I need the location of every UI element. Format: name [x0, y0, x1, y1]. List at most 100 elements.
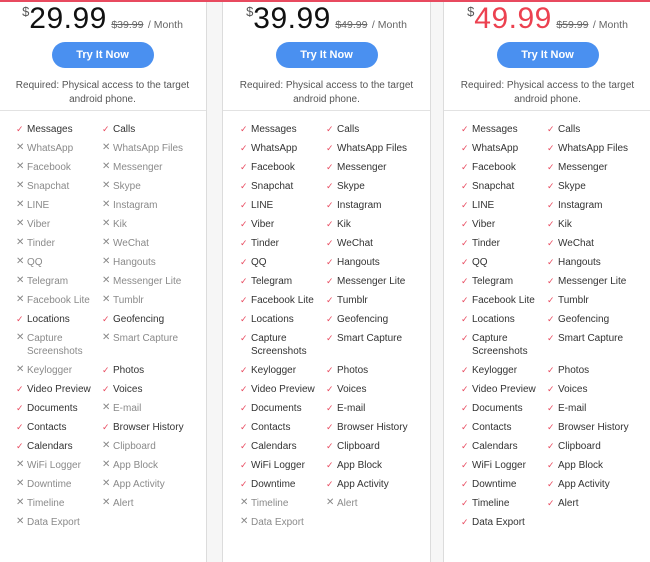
- feature-label: Capture Screenshots: [251, 333, 307, 357]
- check-icon: ✓: [461, 181, 469, 191]
- check-icon: ✓: [326, 276, 334, 286]
- cross-icon: ✕: [16, 332, 25, 343]
- feature-row: ✓ Timeline ✓ Alert: [444, 497, 650, 516]
- feature-item: ✓ WeChat: [326, 237, 426, 256]
- feature-label: Messenger Lite: [337, 276, 406, 287]
- feature-item: ✕ WhatsApp: [16, 142, 102, 161]
- feature-item: ✓ Contacts: [16, 421, 102, 440]
- try-it-now-button[interactable]: Try It Now: [496, 42, 599, 68]
- check-icon: ✓: [16, 124, 24, 134]
- check-icon: ✓: [240, 384, 248, 394]
- check-icon: ✓: [547, 460, 555, 470]
- check-icon: ✓: [461, 498, 469, 508]
- feature-row: ✕ Keylogger ✓ Photos: [0, 364, 206, 383]
- check-icon: ✓: [461, 257, 469, 267]
- feature-label: Instagram: [558, 200, 603, 211]
- feature-item: ✕ Skype: [102, 180, 202, 199]
- feature-row: ✓ Locations ✓ Geofencing: [0, 313, 206, 332]
- cross-icon: ✕: [16, 218, 25, 229]
- cross-icon: ✕: [16, 199, 25, 210]
- requirement-note: Required: Physical access to the target …: [15, 80, 190, 105]
- feature-item: ✓ LINE: [240, 199, 326, 218]
- feature-item: ✓ Documents: [16, 402, 102, 421]
- feature-row: ✓ WiFi Logger ✓ App Block: [223, 459, 430, 478]
- feature-list: ✓ Messages ✓ Calls ✓ WhatsApp ✓ WhatsApp Files ✓…: [223, 123, 430, 535]
- cross-icon: ✕: [102, 256, 111, 267]
- feature-label: Calls: [337, 124, 360, 135]
- cross-icon: ✕: [240, 516, 249, 527]
- check-icon: ✓: [461, 200, 469, 210]
- check-icon: ✓: [547, 276, 555, 286]
- check-icon: ✓: [326, 295, 334, 305]
- feature-label: Tumblr: [337, 295, 368, 306]
- price-row: $49.99 $59.99 / Month: [444, 2, 650, 40]
- feature-row: ✓ Data Export: [444, 516, 650, 535]
- check-icon: ✓: [240, 181, 248, 191]
- try-it-now-button[interactable]: Try It Now: [275, 42, 378, 68]
- feature-row: ✓ Video Preview ✓ Voices: [223, 383, 430, 402]
- feature-label: Photos: [113, 365, 145, 376]
- feature-label: Kik: [558, 219, 572, 230]
- feature-label: Instagram: [113, 200, 158, 211]
- check-icon: ✓: [326, 238, 334, 248]
- feature-label: Alert: [337, 498, 358, 509]
- check-icon: ✓: [461, 162, 469, 172]
- feature-item: ✓ Documents: [240, 402, 326, 421]
- check-icon: ✓: [461, 314, 469, 324]
- cross-icon: ✕: [16, 516, 25, 527]
- feature-item: ✓ App Activity: [326, 478, 426, 497]
- feature-label: E-mail: [337, 403, 366, 414]
- feature-item: ✓ Viber: [461, 218, 547, 237]
- feature-label: Instagram: [337, 200, 382, 211]
- check-icon: ✓: [547, 238, 555, 248]
- feature-item: ✓ Video Preview: [240, 383, 326, 402]
- feature-label: E-mail: [558, 403, 587, 414]
- feature-label: Locations: [251, 314, 294, 325]
- cross-icon: ✕: [102, 497, 111, 508]
- feature-label: E-mail: [113, 403, 142, 414]
- cross-icon: ✕: [16, 275, 25, 286]
- feature-item: ✕ WhatsApp Files: [102, 142, 202, 161]
- feature-label: Documents: [27, 403, 78, 414]
- feature-row: ✓ Telegram ✓ Messenger Lite: [223, 275, 430, 294]
- check-icon: ✓: [102, 422, 110, 432]
- check-icon: ✓: [240, 333, 248, 343]
- feature-item: ✓ Timeline: [461, 497, 547, 516]
- feature-label: Messenger: [337, 162, 387, 173]
- feature-item: ✓ Skype: [547, 180, 647, 199]
- feature-item: ✓ LINE: [461, 199, 547, 218]
- feature-label: Clipboard: [558, 441, 601, 452]
- check-icon: ✓: [326, 124, 334, 134]
- feature-item: ✓ Viber: [240, 218, 326, 237]
- feature-empty: [547, 516, 647, 535]
- requirement-note: Required: Physical access to the target …: [460, 80, 635, 105]
- check-icon: ✓: [16, 314, 24, 324]
- feature-label: WiFi Logger: [472, 460, 526, 471]
- cross-icon: ✕: [102, 440, 111, 451]
- feature-row: ✓ Documents ✕ E-mail: [0, 402, 206, 421]
- feature-label: Telegram: [472, 276, 514, 287]
- feature-label: Calls: [113, 124, 136, 135]
- feature-row: ✕ Facebook Lite ✕ Tumblr: [0, 294, 206, 313]
- feature-item: ✓ Tumblr: [326, 294, 426, 313]
- feature-item: ✕ Facebook: [16, 161, 102, 180]
- feature-item: ✓ Messages: [461, 123, 547, 142]
- feature-item: ✕ Data Export: [16, 516, 102, 535]
- feature-label: Alert: [113, 498, 134, 509]
- check-icon: ✓: [326, 314, 334, 324]
- check-icon: ✓: [326, 441, 334, 451]
- feature-label: Geofencing: [337, 314, 389, 325]
- feature-row: ✓ QQ ✓ Hangouts: [444, 256, 650, 275]
- feature-row: ✓ Locations ✓ Geofencing: [223, 313, 430, 332]
- try-it-now-button[interactable]: Try It Now: [51, 42, 154, 68]
- cross-icon: ✕: [102, 199, 111, 210]
- check-icon: ✓: [547, 384, 555, 394]
- feature-item: ✕ Downtime: [16, 478, 102, 497]
- check-icon: ✓: [326, 162, 334, 172]
- feature-item: ✓ Telegram: [240, 275, 326, 294]
- check-icon: ✓: [547, 162, 555, 172]
- feature-item: ✓ Messenger Lite: [547, 275, 647, 294]
- check-icon: ✓: [461, 143, 469, 153]
- check-icon: ✓: [547, 441, 555, 451]
- feature-label: Skype: [113, 181, 141, 192]
